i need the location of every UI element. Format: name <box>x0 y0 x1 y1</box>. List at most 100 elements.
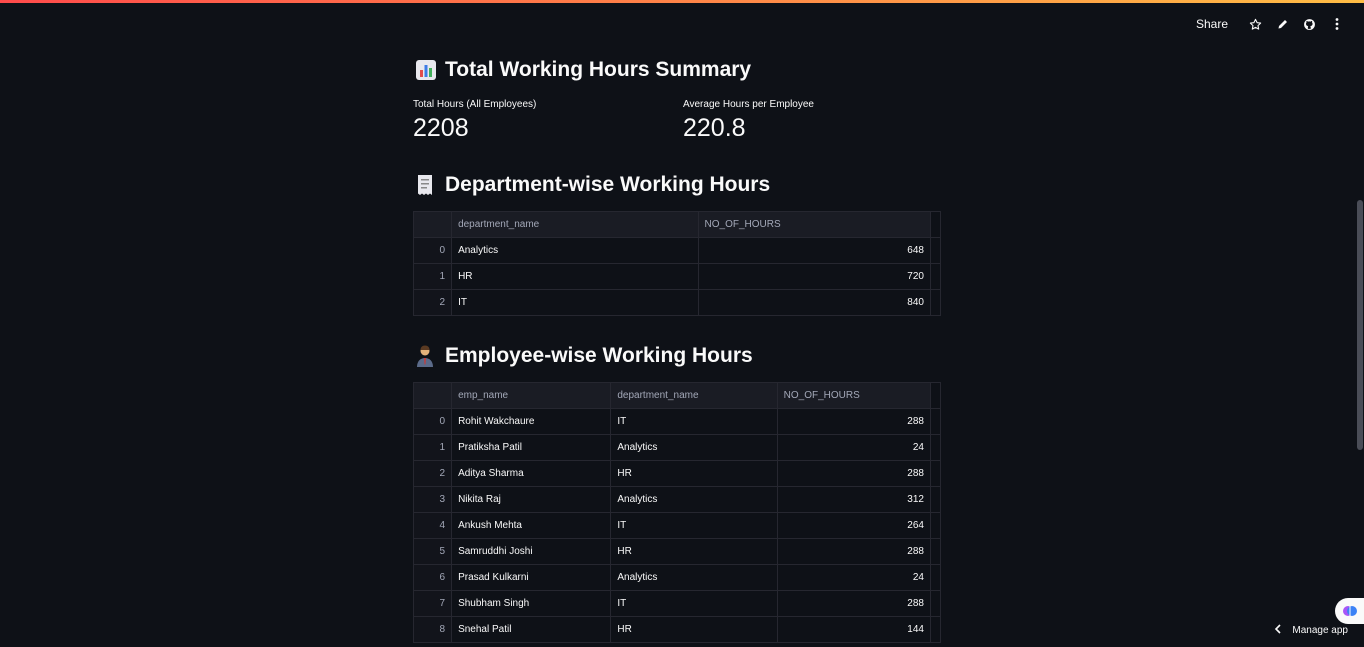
office-worker-emoji <box>415 345 435 367</box>
cell-hours[interactable]: 288 <box>777 460 931 487</box>
cell-employee-name[interactable]: Ankush Mehta <box>451 512 612 539</box>
cell-department[interactable]: IT <box>610 512 778 539</box>
bar-chart-emoji <box>415 59 436 81</box>
star-icon[interactable] <box>1242 14 1269 34</box>
row-index: 3 <box>413 486 453 513</box>
employee-heading: Employee-wise Working Hours <box>415 344 753 368</box>
cell-department[interactable]: HR <box>451 263 699 290</box>
share-button[interactable]: Share <box>1196 17 1228 31</box>
column-header[interactable]: department_name <box>451 211 699 238</box>
cell-hours[interactable]: 24 <box>777 434 931 461</box>
cell-employee-name[interactable]: Pratiksha Patil <box>451 434 612 461</box>
table-row[interactable]: 1 HR 720 <box>413 263 941 290</box>
table-row[interactable]: 7 Shubham Singh IT 288 <box>413 590 941 617</box>
cell-department[interactable]: HR <box>610 616 778 643</box>
row-filler <box>930 434 941 461</box>
table-row[interactable]: 2 Aditya Sharma HR 288 <box>413 460 941 487</box>
cell-hours[interactable]: 840 <box>698 289 931 316</box>
cell-employee-name[interactable]: Samruddhi Joshi <box>451 538 612 565</box>
row-filler <box>930 408 941 435</box>
row-index: 2 <box>413 289 453 316</box>
cell-employee-name[interactable]: Prasad Kulkarni <box>451 564 612 591</box>
header-filler <box>930 382 941 409</box>
row-filler <box>930 460 941 487</box>
cell-hours[interactable]: 288 <box>777 538 931 565</box>
top-accent-bar <box>0 0 1364 3</box>
cell-department[interactable]: IT <box>610 408 778 435</box>
row-filler <box>930 617 940 643</box>
row-filler <box>930 590 941 617</box>
index-header <box>413 211 453 238</box>
table-row[interactable]: 2 IT 840 <box>413 289 941 316</box>
cell-hours[interactable]: 288 <box>777 408 931 435</box>
column-header[interactable]: department_name <box>610 382 778 409</box>
column-header[interactable]: NO_OF_HOURS <box>777 382 931 409</box>
metric-value: 220.8 <box>683 114 746 142</box>
table-row[interactable]: 4 Ankush Mehta IT 264 <box>413 512 941 539</box>
github-icon[interactable] <box>1296 14 1323 34</box>
cell-department[interactable]: Analytics <box>451 237 699 264</box>
row-index: 5 <box>413 538 453 565</box>
cell-hours[interactable]: 312 <box>777 486 931 513</box>
cell-hours[interactable]: 720 <box>698 263 931 290</box>
table-row[interactable]: 5 Samruddhi Joshi HR 288 <box>413 538 941 565</box>
row-filler <box>930 263 941 290</box>
receipt-emoji <box>415 174 435 196</box>
cell-employee-name[interactable]: Aditya Sharma <box>451 460 612 487</box>
cell-hours[interactable]: 24 <box>777 564 931 591</box>
table-row[interactable]: 8 Snehal Patil HR 144 <box>413 616 941 643</box>
cell-employee-name[interactable]: Snehal Patil <box>451 616 612 643</box>
cell-department[interactable]: Analytics <box>610 564 778 591</box>
app-toolbar: Share <box>1196 14 1350 34</box>
row-index: 2 <box>413 460 453 487</box>
chevron-left-icon <box>1274 624 1282 637</box>
cell-employee-name[interactable]: Rohit Wakchaure <box>451 408 612 435</box>
row-index: 0 <box>413 237 453 264</box>
cell-department[interactable]: HR <box>610 460 778 487</box>
table-header-row: emp_name department_name NO_OF_HOURS <box>413 382 941 409</box>
employee-title: Employee-wise Working Hours <box>445 344 753 367</box>
summary-heading: Total Working Hours Summary <box>415 58 751 82</box>
department-heading: Department-wise Working Hours <box>415 173 770 197</box>
cell-department[interactable]: Analytics <box>610 486 778 513</box>
row-filler <box>930 512 941 539</box>
department-title: Department-wise Working Hours <box>445 173 771 196</box>
brain-icon[interactable] <box>1335 598 1364 624</box>
cell-hours[interactable]: 144 <box>777 616 931 643</box>
manage-app-button[interactable]: Manage app <box>1274 624 1348 637</box>
cell-department[interactable]: Analytics <box>610 434 778 461</box>
metric-label: Total Hours (All Employees) <box>413 99 537 110</box>
cell-hours[interactable]: 264 <box>777 512 931 539</box>
metric-average-hours: Average Hours per Employee 220.8 <box>683 99 814 143</box>
row-index: 8 <box>413 616 453 643</box>
row-filler <box>930 486 941 513</box>
manage-app-label: Manage app <box>1292 625 1348 636</box>
column-header[interactable]: NO_OF_HOURS <box>698 211 931 238</box>
metric-value: 2208 <box>413 114 469 142</box>
row-index: 1 <box>413 263 453 290</box>
more-vertical-icon[interactable] <box>1323 14 1350 34</box>
employee-table[interactable]: emp_name department_name NO_OF_HOURS 0 Ro… <box>413 382 941 643</box>
cell-hours[interactable]: 288 <box>777 590 931 617</box>
row-index: 4 <box>413 512 453 539</box>
cell-department[interactable]: IT <box>610 590 778 617</box>
row-filler <box>930 564 941 591</box>
page-scrollbar[interactable] <box>1357 200 1363 450</box>
cell-department[interactable]: IT <box>451 289 699 316</box>
cell-employee-name[interactable]: Shubham Singh <box>451 590 612 617</box>
summary-title: Total Working Hours Summary <box>445 58 752 81</box>
metric-total-hours: Total Hours (All Employees) 2208 <box>413 99 536 143</box>
column-header[interactable]: emp_name <box>451 382 612 409</box>
table-header-row: department_name NO_OF_HOURS <box>413 211 941 238</box>
table-row[interactable]: 3 Nikita Raj Analytics 312 <box>413 486 941 513</box>
cell-employee-name[interactable]: Nikita Raj <box>451 486 612 513</box>
row-filler <box>930 290 940 316</box>
table-row[interactable]: 6 Prasad Kulkarni Analytics 24 <box>413 564 941 591</box>
table-row[interactable]: 0 Analytics 648 <box>413 237 941 264</box>
department-table[interactable]: department_name NO_OF_HOURS 0 Analytics … <box>413 211 941 316</box>
pencil-icon[interactable] <box>1269 14 1296 34</box>
table-row[interactable]: 1 Pratiksha Patil Analytics 24 <box>413 434 941 461</box>
table-row[interactable]: 0 Rohit Wakchaure IT 288 <box>413 408 941 435</box>
cell-hours[interactable]: 648 <box>698 237 931 264</box>
cell-department[interactable]: HR <box>610 538 778 565</box>
